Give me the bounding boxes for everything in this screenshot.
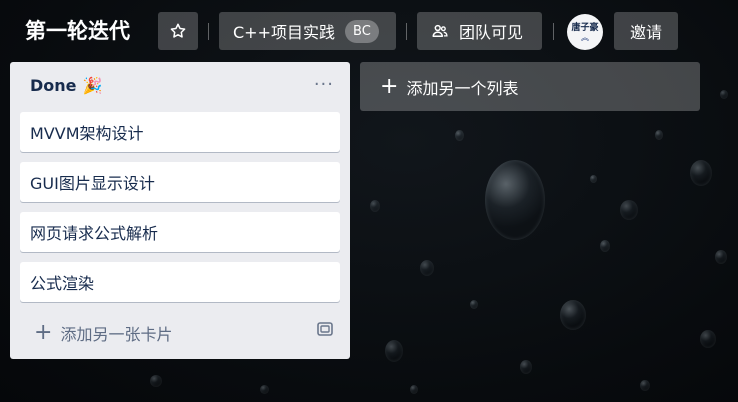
header-divider	[208, 23, 209, 40]
add-card-label: 添加另一张卡片	[60, 325, 173, 344]
board-title[interactable]: 第一轮迭代	[25, 17, 130, 45]
team-name: C++项目实践	[233, 23, 335, 42]
visibility-button[interactable]: 团队可见	[417, 12, 542, 50]
card[interactable]: 公式渲染	[20, 262, 340, 302]
add-card-button[interactable]: + 添加另一张卡片	[34, 321, 172, 345]
star-icon	[170, 23, 186, 38]
board-header: 第一轮迭代 C++项目实践 BC 团队可见 唐子豪 ︽ 邀请	[0, 0, 738, 62]
card[interactable]: GUI图片显示设计	[20, 162, 340, 202]
list-done: Done 🎉 ··· MVVM架构设计 GUI图片显示设计 网页请求公式解析 公…	[10, 62, 350, 359]
plus-icon: +	[34, 320, 53, 345]
card-template-icon[interactable]	[317, 322, 333, 336]
card[interactable]: 网页请求公式解析	[20, 212, 340, 252]
team-visibility-icon	[432, 24, 448, 37]
header-divider	[406, 23, 407, 40]
plus-icon: +	[380, 73, 399, 99]
invite-button[interactable]: 邀请	[614, 12, 678, 50]
team-button[interactable]: C++项目实践 BC	[219, 12, 396, 50]
visibility-label: 团队可见	[459, 23, 524, 42]
list-menu-button[interactable]: ···	[314, 74, 334, 95]
list-header[interactable]: Done 🎉	[30, 76, 102, 95]
team-badge: BC	[345, 19, 379, 43]
party-popper-icon: 🎉	[82, 76, 103, 95]
avatar-initials: 唐子豪	[571, 22, 599, 33]
list-title: Done	[30, 76, 77, 95]
add-list-button[interactable]: + 添加另一个列表	[360, 62, 700, 111]
member-avatar[interactable]: 唐子豪 ︽	[567, 14, 603, 50]
header-divider	[553, 23, 554, 40]
add-list-label: 添加另一个列表	[406, 78, 519, 98]
chevron-up-icon: ︽	[581, 32, 589, 42]
star-button[interactable]	[158, 12, 198, 50]
card[interactable]: MVVM架构设计	[20, 112, 340, 152]
